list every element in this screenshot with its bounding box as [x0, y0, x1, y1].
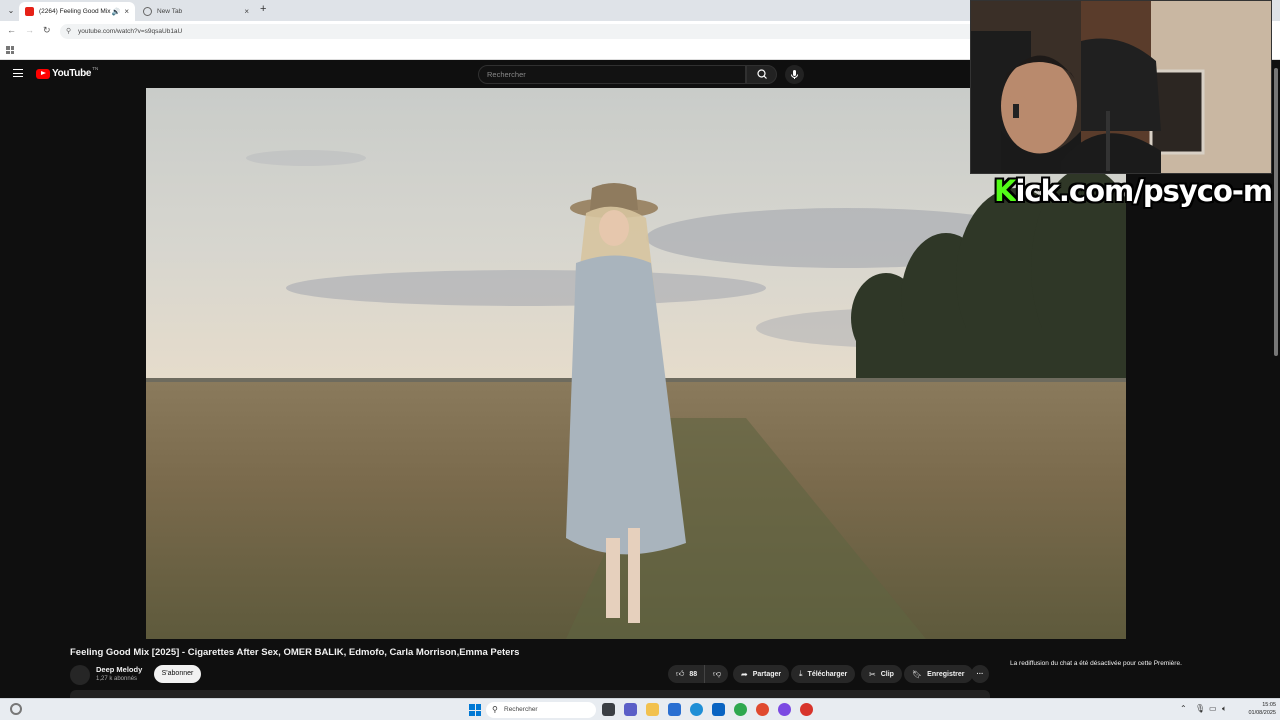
kick-url-text: ick.com/psyco-m	[1015, 174, 1273, 208]
voice-search-button[interactable]	[785, 65, 804, 84]
chrome-alt-icon[interactable]	[756, 703, 769, 716]
clip-label: Clip	[880, 670, 894, 678]
more-icon: ···	[976, 670, 984, 678]
new-tab-button[interactable]: +	[260, 3, 266, 15]
tray-chevron-icon[interactable]: ⌃	[1180, 704, 1187, 713]
save-label: Enregistrer	[927, 670, 965, 678]
volume-icon[interactable]: 🔈︎	[1222, 704, 1227, 714]
apps-grid-icon[interactable]	[6, 46, 14, 54]
share-label: Partager	[752, 670, 782, 678]
start-button[interactable]	[469, 704, 481, 716]
close-tab-icon[interactable]: ×	[124, 7, 129, 16]
share-icon: ➦	[741, 669, 748, 679]
tab-youtube[interactable]: (2264) Feeling Good Mix [2... 🔊 ×	[19, 2, 135, 21]
chat-disabled-note: La rediffusion du chat a été désactivée …	[1010, 660, 1182, 667]
mail-icon[interactable]	[712, 703, 725, 716]
thumbs-down-icon: 👎︎	[713, 669, 722, 678]
scissors-icon: ✂	[869, 669, 876, 679]
forward-icon[interactable]: →	[25, 25, 34, 35]
subscribe-button[interactable]: S'abonner	[154, 665, 201, 683]
scrollbar-thumb[interactable]	[1274, 68, 1278, 356]
teams-icon[interactable]	[624, 703, 637, 716]
channel-avatar[interactable]	[70, 665, 90, 685]
tab-search-chevron-icon[interactable]: ⌄	[4, 4, 18, 17]
video-title: Feeling Good Mix [2025] - Cigarettes Aft…	[70, 647, 520, 658]
subscriber-count: 1,27 k abonnés	[96, 676, 138, 682]
kick-k-letter: K	[994, 174, 1017, 208]
reload-icon[interactable]: ↻	[43, 25, 51, 36]
logo-country: TN	[92, 66, 99, 71]
search-icon: ⚲	[492, 705, 498, 714]
tab-title: New Tab	[157, 8, 183, 15]
more-actions-button[interactable]: ···	[971, 665, 989, 683]
tab-title: (2264) Feeling Good Mix [2...	[39, 8, 112, 15]
search-input[interactable]: Rechercher	[478, 65, 746, 84]
save-button[interactable]: 🔖︎ Enregistrer	[904, 665, 973, 683]
like-count: 88	[689, 670, 698, 678]
app-icon[interactable]	[668, 703, 681, 716]
bookmark-icon: 🔖︎	[912, 669, 923, 679]
taskbar-search-input[interactable]: ⚲ Rechercher	[486, 702, 596, 718]
back-icon[interactable]: ←	[7, 25, 16, 35]
search-button[interactable]	[746, 65, 777, 84]
clip-button[interactable]: ✂ Clip	[861, 665, 902, 683]
file-explorer-icon[interactable]	[646, 703, 659, 716]
description-box[interactable]	[70, 690, 990, 698]
site-info-icon[interactable]: ⚲	[66, 24, 71, 39]
thumbs-up-icon: 👍︎	[676, 669, 685, 678]
browser-icon[interactable]	[778, 703, 791, 716]
streamer-webcam-image	[971, 1, 1271, 173]
page-scrollbar[interactable]	[1272, 60, 1280, 698]
network-icon[interactable]: ▭	[1209, 704, 1217, 713]
clock-date: 01/08/2025	[1248, 710, 1276, 716]
microphone-icon	[791, 70, 798, 79]
download-label: Télécharger	[807, 670, 848, 678]
download-button[interactable]: ⤓ Télécharger	[791, 665, 856, 683]
task-view-icon[interactable]	[602, 703, 615, 716]
system-clock[interactable]: 15:05 01/08/2025	[1236, 701, 1276, 717]
microphone-tray-icon[interactable]: 🎙︎	[1195, 704, 1205, 713]
kick-channel-watermark: Kick.com/psyco-m	[994, 174, 1273, 208]
menu-icon[interactable]	[13, 69, 23, 80]
search-icon	[757, 69, 767, 79]
windows-taskbar: ⚲ Rechercher ⌃ 🎙︎ ▭ 🔈︎ 15:05 01/08/2025	[0, 698, 1280, 720]
tab-new-tab[interactable]: New Tab ×	[137, 2, 255, 21]
youtube-play-icon	[36, 68, 50, 79]
widgets-icon[interactable]	[10, 703, 22, 715]
taskbar-search-placeholder: Rechercher	[504, 706, 538, 713]
webcam-overlay	[970, 0, 1272, 174]
speaker-icon[interactable]: 🔊	[112, 8, 121, 16]
url-text: youtube.com/watch?v=s9qsaUb1aU	[78, 28, 183, 35]
clock-time: 15:05	[1262, 702, 1276, 708]
chrome-profile-icon[interactable]	[800, 703, 813, 716]
channel-name[interactable]: Deep Melody	[96, 665, 142, 674]
youtube-favicon-icon	[25, 7, 34, 16]
download-icon: ⤓	[799, 669, 803, 678]
like-button[interactable]: 👍︎ 88	[668, 665, 704, 683]
dislike-button[interactable]: 👎︎	[704, 665, 728, 683]
share-button[interactable]: ➦ Partager	[733, 665, 790, 683]
logo-text: YouTube	[52, 68, 92, 79]
globe-icon	[143, 7, 152, 16]
edge-icon[interactable]	[690, 703, 703, 716]
youtube-logo[interactable]: YouTube TN	[36, 66, 99, 79]
chrome-icon[interactable]	[734, 703, 747, 716]
close-tab-icon[interactable]: ×	[244, 7, 249, 16]
